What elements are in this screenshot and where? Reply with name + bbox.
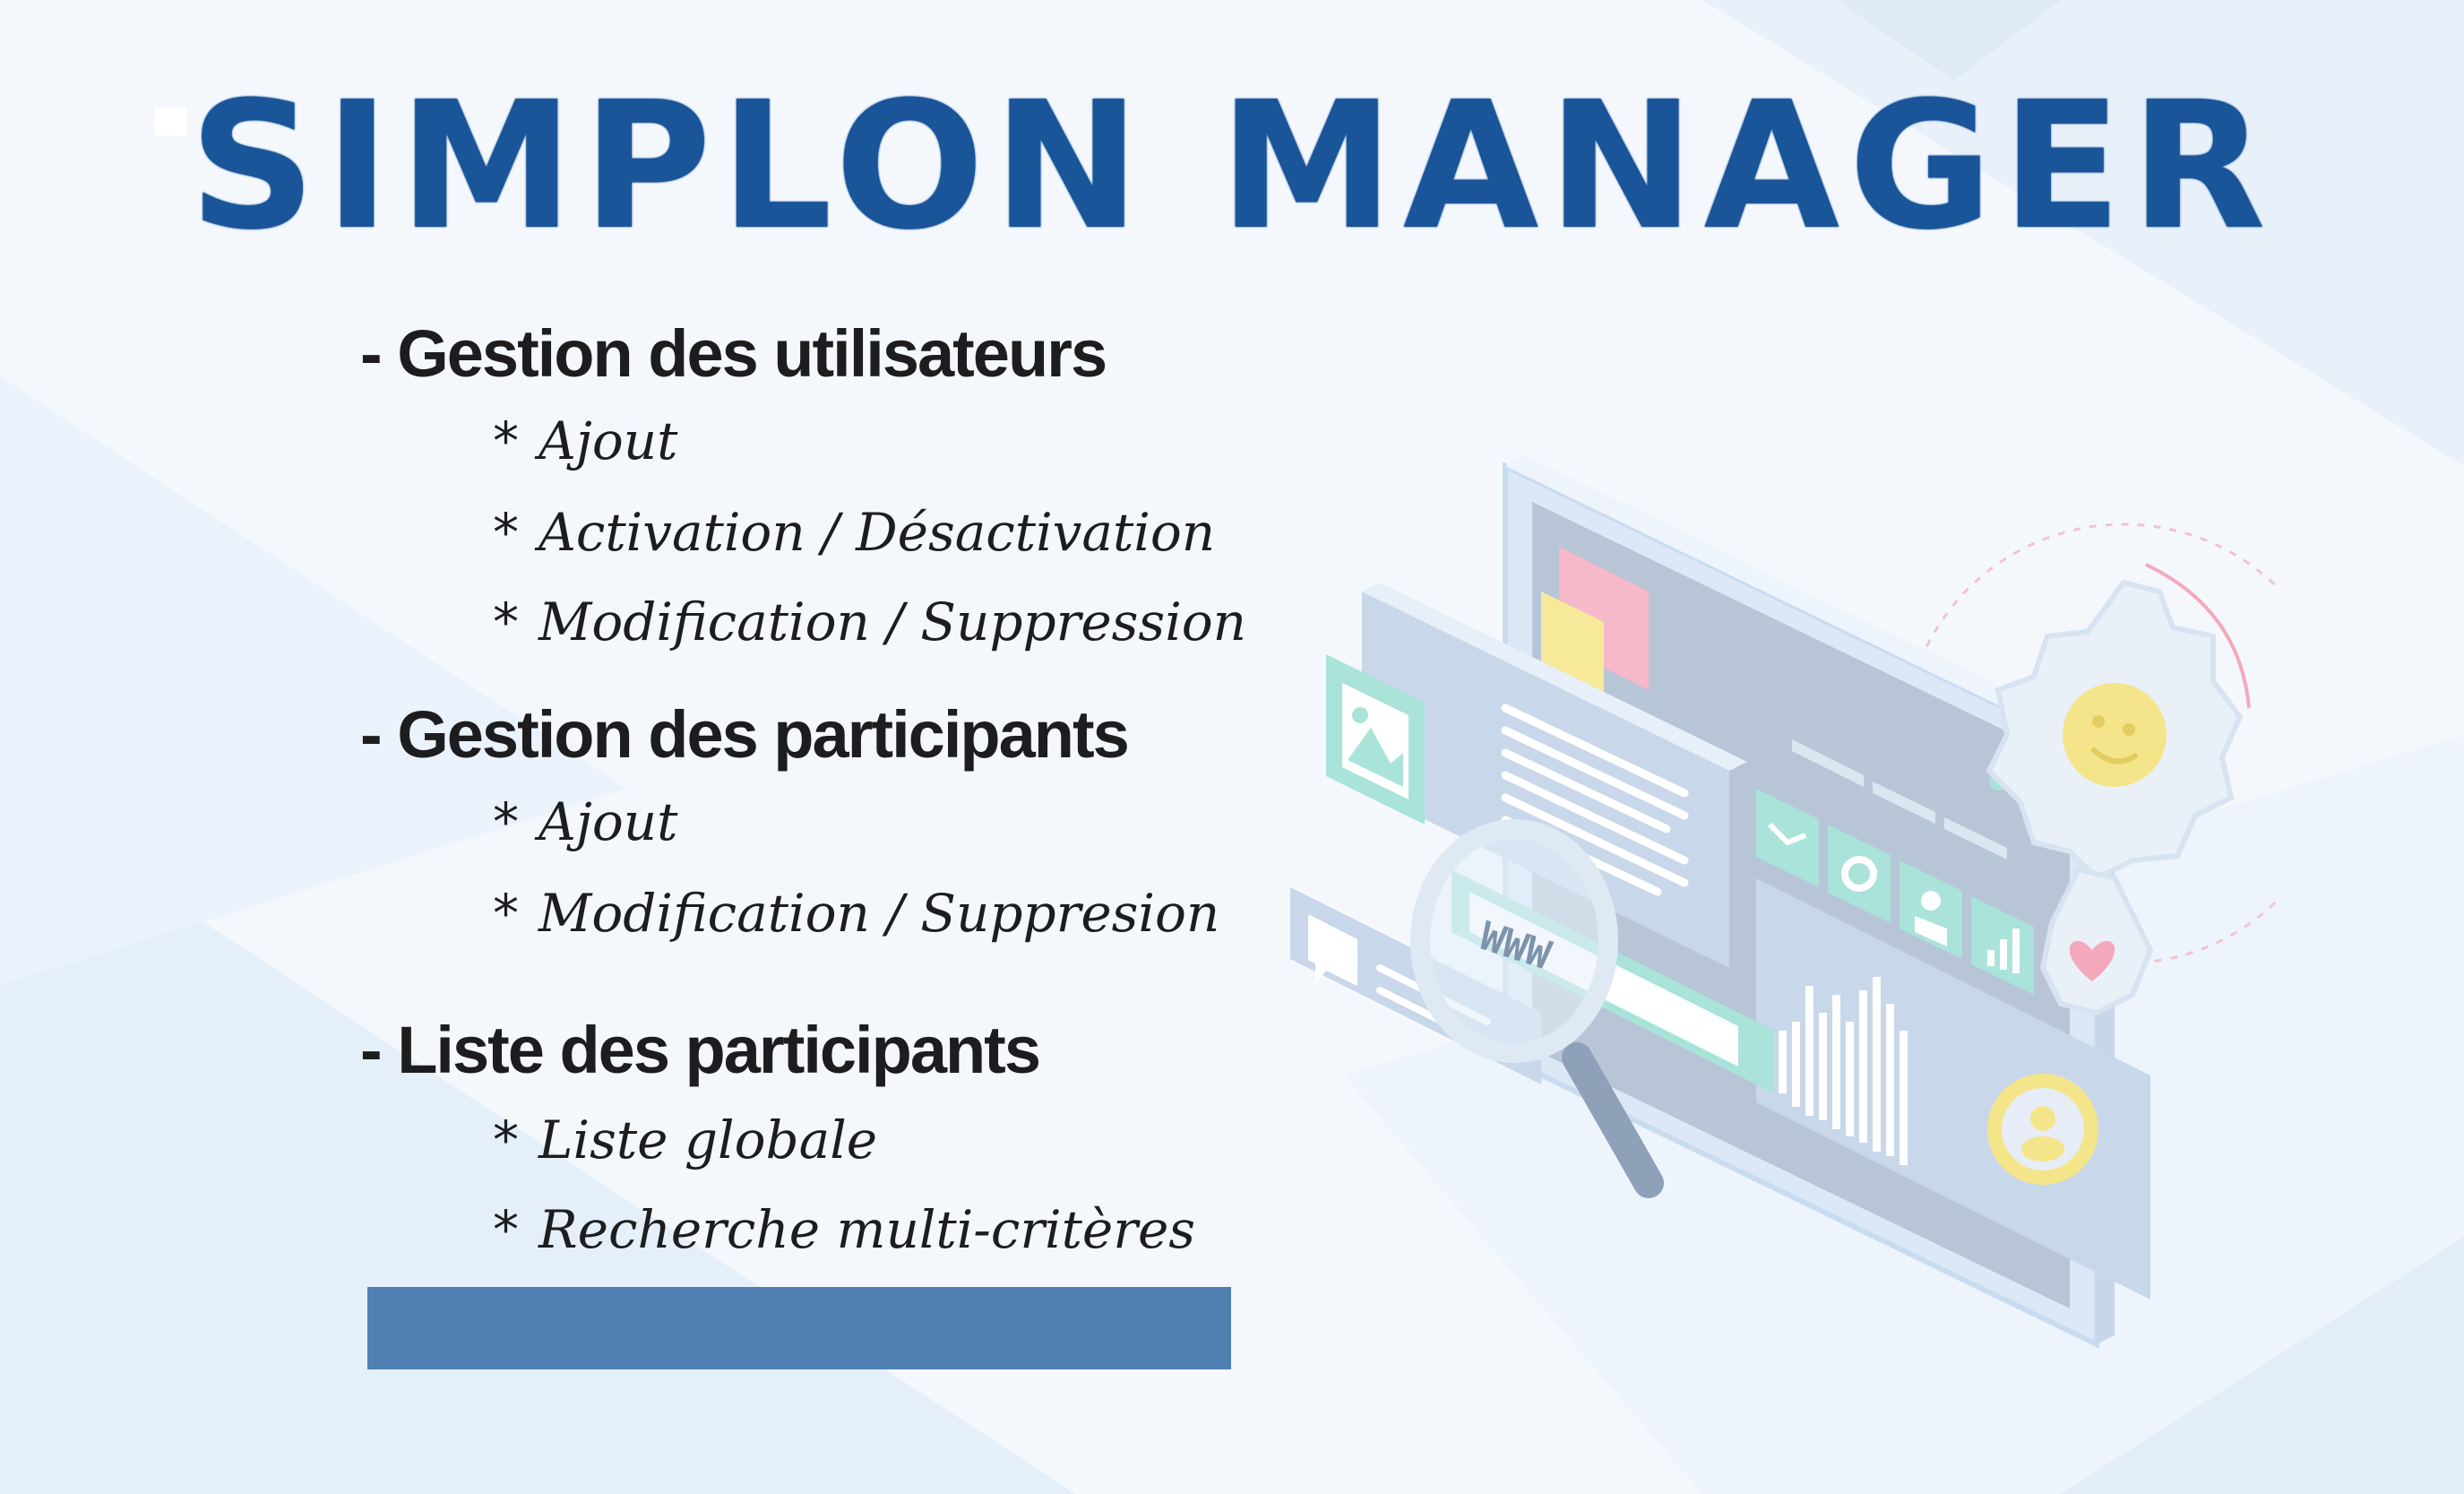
list-item-label: Activation / Désactivation	[538, 502, 1216, 563]
list-item-label: Modification / Suppresion	[538, 883, 1220, 944]
list-item: * Modification / Suppresion	[493, 887, 1219, 939]
list-item-label: Ajout	[538, 410, 678, 471]
list-item: * Modification / Suppression	[493, 596, 1246, 648]
list-item-label: Liste globale	[538, 1110, 878, 1170]
bullet-star: *	[493, 592, 519, 652]
section-heading-liste: - Liste des participants	[360, 1013, 1041, 1087]
blue-bar	[367, 1287, 1231, 1369]
user-badge-icon	[1987, 1074, 2098, 1185]
list-item: * Recherche multi-critères	[493, 1204, 1195, 1256]
section-heading-utilisateurs: - Gestion des utilisateurs	[360, 316, 1107, 391]
list-item: * Ajout	[493, 796, 677, 848]
list-item-label: Ajout	[538, 791, 678, 852]
section-heading-participants: - Gestion des participants	[360, 697, 1130, 772]
list-item-label: Recherche multi-critères	[538, 1199, 1196, 1260]
bullet-star: *	[493, 1110, 519, 1170]
dashboard-illustration: WWW	[1290, 455, 2276, 1349]
list-item-label: Modification / Suppression	[538, 592, 1247, 652]
page-title: SIMPLON MANAGER	[189, 65, 2275, 269]
list-item: * Ajout	[493, 415, 677, 467]
bullet-star: *	[493, 410, 519, 471]
bullet-star: *	[493, 883, 519, 944]
list-item: * Liste globale	[493, 1114, 877, 1166]
bullet-star: *	[493, 502, 519, 563]
list-item: * Activation / Désactivation	[493, 506, 1215, 558]
bullet-star: *	[493, 791, 519, 852]
bullet-star: *	[493, 1199, 519, 1260]
